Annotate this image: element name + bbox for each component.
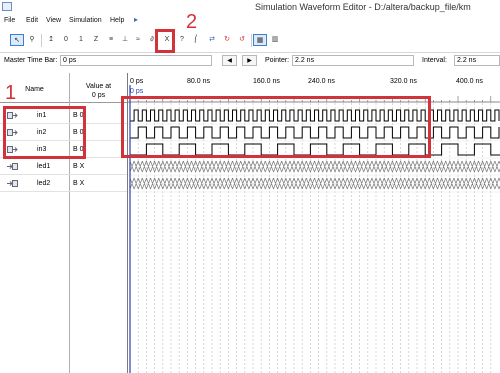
grid-icon[interactable]: ▥	[268, 34, 282, 46]
pointer-label: Pointer:	[265, 57, 290, 64]
signal-name: led1	[37, 163, 51, 170]
toolbar: ↖ ⚲ ↥ 0 1 Z ≡ ⊥ ≈ ∂ X ? ⎛ ⇄ ↻ ↺ ▦ ▥	[0, 28, 500, 53]
annotation-label-2: 2	[186, 11, 198, 33]
interval-field[interactable]: 2.2 ns	[454, 55, 500, 66]
highlight-box-2	[155, 29, 175, 53]
signal-value: B X	[73, 180, 85, 187]
value-header-line2: 0 ps	[91, 92, 106, 99]
time-control-bar: Master Time Bar: 0 ps ◀ ▶ Pointer: 2.2 n…	[0, 53, 500, 69]
signal-name: led2	[37, 180, 51, 187]
run-functional-simulation-icon[interactable]: ↻	[220, 34, 234, 46]
node-finder-icon[interactable]: ↥	[44, 34, 58, 46]
highlight-box-1	[3, 106, 86, 159]
snap-to-grid-icon[interactable]: ▦	[253, 34, 267, 46]
pointer-field[interactable]: 2.2 ns	[292, 55, 414, 66]
output-pin-icon	[7, 180, 18, 187]
menu-simulation[interactable]: Simulation	[69, 17, 102, 24]
forcing-high-icon[interactable]: 1	[74, 34, 88, 46]
interval-label: Interval:	[422, 57, 447, 64]
master-time-bar-label: Master Time Bar:	[4, 57, 58, 64]
prev-transition-button[interactable]: ◀	[222, 55, 237, 66]
zoom-tool-icon[interactable]: ⚲	[25, 34, 39, 46]
waveform-led1	[129, 160, 500, 173]
highlight-box-waveforms	[121, 96, 431, 158]
toolbar-separator	[41, 34, 42, 47]
invert-icon[interactable]: Z	[89, 34, 103, 46]
title-bar: Simulation Waveform Editor - D:/altera/b…	[0, 0, 500, 14]
signal-row-led2[interactable]: led2 B X	[0, 175, 127, 192]
master-time-bar-field[interactable]: 0 ps	[60, 55, 212, 66]
count-value-icon[interactable]: ≈	[131, 34, 145, 46]
run-timing-simulation-icon[interactable]: ↺	[235, 34, 249, 46]
clock-icon[interactable]: ⊥	[118, 34, 132, 46]
menu-bar: File Edit View Simulation Help ▸	[0, 14, 500, 28]
toolbar-separator	[251, 34, 252, 47]
menu-file[interactable]: File	[4, 17, 15, 24]
annotation-label-1: 1	[5, 82, 17, 104]
signal-row-led1[interactable]: led1 B X	[0, 158, 127, 175]
menu-view[interactable]: View	[46, 17, 61, 24]
waveform-led2	[129, 177, 500, 190]
app-icon	[2, 2, 12, 11]
forcing-unknown-icon[interactable]: ⎛	[189, 34, 203, 46]
help-search-icon[interactable]: ▸	[134, 15, 138, 24]
header-divider	[0, 102, 127, 103]
weak-high-icon[interactable]: ?	[175, 34, 189, 46]
invert-selection-icon[interactable]: ⇄	[205, 34, 219, 46]
window-title: Simulation Waveform Editor - D:/altera/b…	[255, 2, 471, 12]
menu-help[interactable]: Help	[110, 17, 124, 24]
signal-value: B X	[73, 163, 85, 170]
output-pin-icon	[7, 163, 18, 170]
arbitrary-value-icon[interactable]: ≡	[104, 34, 118, 46]
next-transition-button[interactable]: ▶	[242, 55, 257, 66]
menu-edit[interactable]: Edit	[26, 17, 38, 24]
value-header-line1: Value at	[85, 83, 112, 90]
selection-tool-icon[interactable]: ↖	[10, 34, 24, 46]
forcing-low-icon[interactable]: 0	[59, 34, 73, 46]
